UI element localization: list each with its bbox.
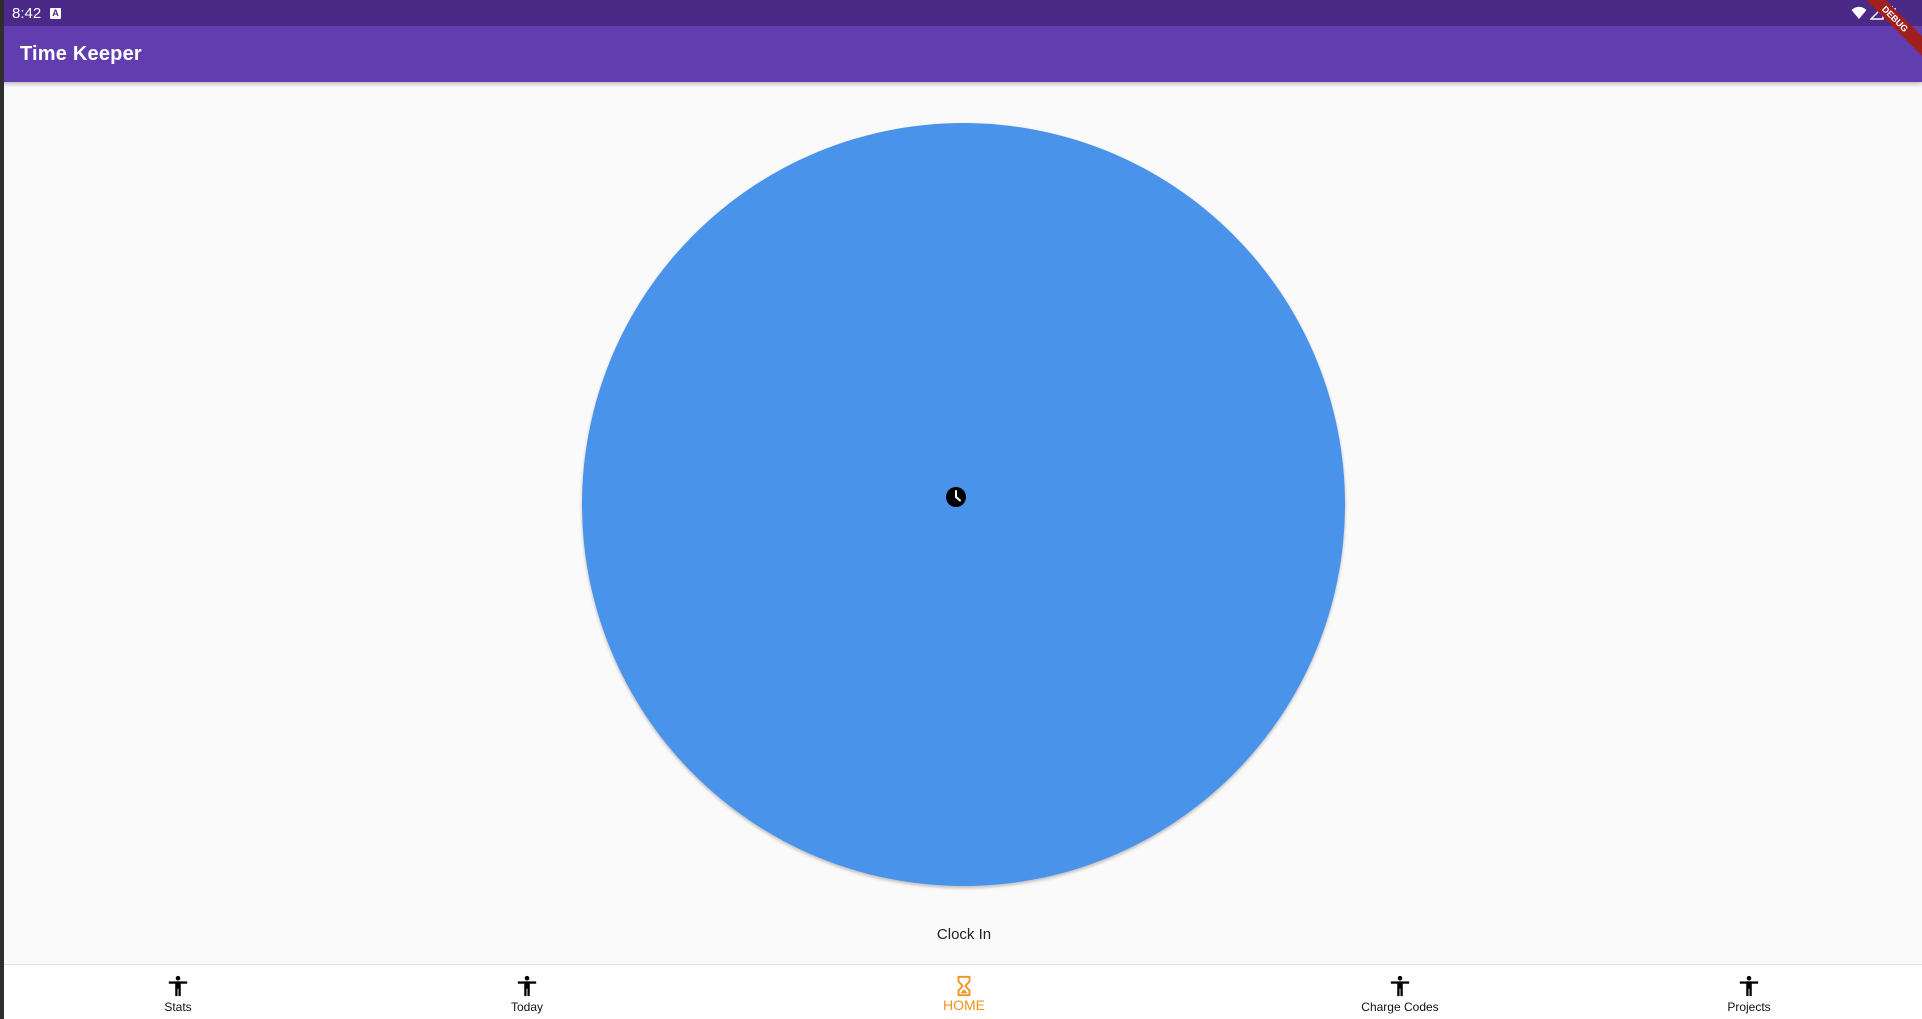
clock-icon [946, 487, 966, 507]
nav-label-charge-codes: Charge Codes [1361, 1000, 1439, 1014]
clock-in-button[interactable] [582, 123, 1345, 886]
status-bar: 8:42 A [0, 0, 1922, 26]
accessibility-icon [168, 975, 188, 997]
app-bar: Time Keeper [0, 26, 1922, 82]
app-title: Time Keeper [20, 43, 142, 65]
status-time: 8:42 [12, 5, 42, 22]
accessibility-icon [1390, 975, 1410, 997]
nav-label-stats: Stats [164, 1000, 192, 1014]
nav-label-projects: Projects [1727, 1000, 1771, 1014]
wifi-icon [1851, 6, 1867, 19]
accessibility-icon [1739, 975, 1759, 997]
nav-label-home: HOME [943, 997, 985, 1013]
nav-item-projects[interactable]: Projects [1649, 965, 1849, 1019]
clock-in-label: Clock In [936, 926, 992, 943]
app-screen: 8:42 A Time Keeper DEBUG Clock In Stats … [0, 0, 1922, 1019]
nav-item-home[interactable]: HOME [864, 965, 1064, 1019]
nav-label-today: Today [510, 1000, 544, 1014]
notification-a-icon: A [50, 8, 61, 19]
accessibility-icon [517, 975, 537, 997]
hourglass-icon [957, 975, 971, 997]
window-border [0, 0, 4, 1019]
nav-item-stats[interactable]: Stats [78, 965, 278, 1019]
bottom-navigation: Stats Today HOME Charge Codes Projects [0, 964, 1922, 1019]
nav-item-charge-codes[interactable]: Charge Codes [1300, 965, 1500, 1019]
nav-item-today[interactable]: Today [427, 965, 627, 1019]
